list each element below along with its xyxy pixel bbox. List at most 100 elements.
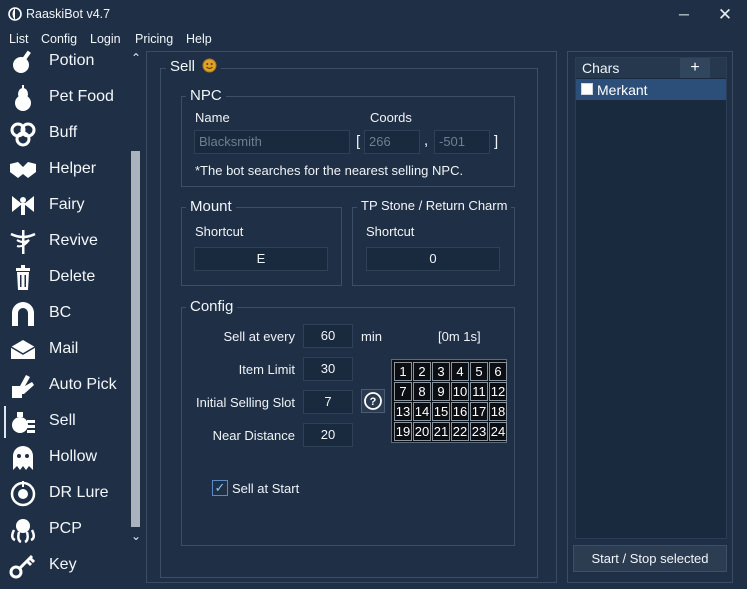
sidebar: Potion Pet Food Buff Helper Fairy Revive… bbox=[0, 48, 144, 589]
smiley-coin-icon bbox=[202, 58, 217, 77]
sidebar-item-potion[interactable]: Potion bbox=[0, 48, 130, 80]
inventory-slot[interactable]: 22 bbox=[451, 422, 469, 441]
sidebar-item-pcp[interactable]: PCP bbox=[0, 512, 130, 548]
sidebar-item-label: Sell bbox=[49, 412, 76, 429]
sidebar-item-key[interactable]: Key bbox=[0, 548, 130, 584]
app-logo-icon bbox=[8, 7, 22, 21]
sidebar-item-dr-lure[interactable]: DR Lure bbox=[0, 476, 130, 512]
config-title: Config bbox=[186, 298, 238, 315]
key-icon bbox=[8, 552, 38, 580]
sidebar-item-revive[interactable]: Revive bbox=[0, 224, 130, 260]
item-limit-label: Item Limit bbox=[238, 362, 295, 377]
title-bar bbox=[0, 0, 747, 30]
sell-title: Sell bbox=[166, 58, 222, 77]
npc-name-label: Name bbox=[195, 110, 230, 125]
sidebar-item-label: BC bbox=[49, 304, 72, 321]
npc-x-field[interactable]: 266 bbox=[364, 130, 420, 154]
npc-y-field[interactable]: -501 bbox=[434, 130, 490, 154]
tp-stone-title: TP Stone / Return Charm bbox=[357, 198, 512, 213]
inventory-slot[interactable]: 5 bbox=[470, 362, 488, 381]
near-distance-field[interactable]: 20 bbox=[303, 423, 353, 447]
char-row[interactable]: Merkant bbox=[576, 79, 726, 100]
inventory-slot[interactable]: 18 bbox=[489, 402, 507, 421]
item-limit-field[interactable]: 30 bbox=[303, 357, 353, 381]
sidebar-item-pet-food[interactable]: Pet Food bbox=[0, 80, 130, 116]
sidebar-scroll-down-button[interactable]: ⌄ bbox=[129, 529, 143, 543]
sidebar-item-sell[interactable]: Sell bbox=[0, 404, 130, 440]
sidebar-item-auto-pick[interactable]: Auto Pick bbox=[0, 368, 130, 404]
sidebar-scroll-up-button[interactable]: ⌃ bbox=[129, 51, 143, 65]
inventory-slot[interactable]: 19 bbox=[394, 422, 412, 441]
sidebar-item-label: Mail bbox=[49, 340, 79, 357]
inventory-slot[interactable]: 1 bbox=[394, 362, 412, 381]
question-circle-icon: ? bbox=[364, 392, 382, 410]
sidebar-item-fairy[interactable]: Fairy bbox=[0, 188, 130, 224]
octopus-icon bbox=[8, 516, 38, 544]
sidebar-item-delete[interactable]: Delete bbox=[0, 260, 130, 296]
menu-help[interactable]: Help bbox=[186, 32, 212, 46]
inventory-slot[interactable]: 3 bbox=[432, 362, 450, 381]
close-button[interactable]: ✕ bbox=[713, 4, 737, 26]
sidebar-item-hollow[interactable]: Hollow bbox=[0, 440, 130, 476]
sidebar-item-mail[interactable]: Mail bbox=[0, 332, 130, 368]
menu-login[interactable]: Login bbox=[90, 32, 121, 46]
near-distance-label: Near Distance bbox=[212, 428, 295, 443]
add-char-button[interactable]: + bbox=[680, 58, 710, 78]
npc-name-field[interactable]: Blacksmith bbox=[194, 130, 350, 154]
inventory-slot[interactable]: 7 bbox=[394, 382, 412, 401]
trash-icon bbox=[8, 264, 38, 292]
sidebar-item-bc[interactable]: BC bbox=[0, 296, 130, 332]
inventory-slot[interactable]: 17 bbox=[470, 402, 488, 421]
coords-comma: , bbox=[424, 132, 429, 149]
start-stop-selected-button[interactable]: Start / Stop selected bbox=[573, 545, 727, 572]
minimize-button[interactable]: ─ bbox=[672, 4, 696, 26]
inventory-slot[interactable]: 13 bbox=[394, 402, 412, 421]
menu-pricing[interactable]: Pricing bbox=[135, 32, 173, 46]
initial-slot-field[interactable]: 7 bbox=[303, 390, 353, 414]
inventory-slot-grid: 1 2 3 4 5 6 7 8 9 10 11 12 13 14 15 16 17 18 19 20 21 22 23 24 bbox=[391, 359, 507, 443]
sidebar-scroll-thumb[interactable] bbox=[131, 151, 140, 527]
sell-every-field[interactable]: 60 bbox=[303, 324, 353, 348]
sidebar-item-label: Buff bbox=[49, 124, 78, 141]
npc-title: NPC bbox=[186, 87, 226, 104]
inventory-slot[interactable]: 2 bbox=[413, 362, 431, 381]
money-sack-icon bbox=[8, 408, 38, 436]
menu-config[interactable]: Config bbox=[41, 32, 77, 46]
sidebar-item-label: Hollow bbox=[49, 448, 98, 465]
inventory-slot[interactable]: 8 bbox=[413, 382, 431, 401]
sell-every-label: Sell at every bbox=[223, 329, 295, 344]
inventory-slot[interactable]: 12 bbox=[489, 382, 507, 401]
menu-list[interactable]: List bbox=[9, 32, 28, 46]
sidebar-item-buff[interactable]: Buff bbox=[0, 116, 130, 152]
inventory-slot[interactable]: 24 bbox=[489, 422, 507, 441]
chars-list bbox=[575, 57, 727, 539]
mount-shortcut-field[interactable]: E bbox=[194, 247, 328, 271]
sidebar-item-label: Delete bbox=[49, 268, 96, 285]
ghost-icon bbox=[8, 444, 38, 472]
inventory-slot[interactable]: 21 bbox=[432, 422, 450, 441]
sell-at-start-checkbox[interactable]: ✓ bbox=[212, 480, 228, 496]
inventory-slot[interactable]: 15 bbox=[432, 402, 450, 421]
chars-header: Chars + bbox=[576, 58, 726, 78]
inventory-slot[interactable]: 11 bbox=[470, 382, 488, 401]
sidebar-item-helper[interactable]: Helper bbox=[0, 152, 130, 188]
lure-icon bbox=[8, 480, 38, 508]
slot-help-button[interactable]: ? bbox=[361, 389, 385, 413]
inventory-slot[interactable]: 10 bbox=[451, 382, 469, 401]
potion-icon bbox=[8, 48, 38, 76]
npc-note: *The bot searches for the nearest sellin… bbox=[195, 163, 464, 178]
inventory-slot[interactable]: 20 bbox=[413, 422, 431, 441]
mount-title: Mount bbox=[186, 198, 236, 215]
inventory-slot[interactable]: 9 bbox=[432, 382, 450, 401]
sidebar-item-label: Key bbox=[49, 556, 77, 573]
sidebar-item-label: Helper bbox=[49, 160, 97, 177]
inventory-slot[interactable]: 16 bbox=[451, 402, 469, 421]
tp-shortcut-field[interactable]: 0 bbox=[366, 247, 500, 271]
inventory-slot[interactable]: 6 bbox=[489, 362, 507, 381]
inventory-slot[interactable]: 4 bbox=[451, 362, 469, 381]
inventory-slot[interactable]: 14 bbox=[413, 402, 431, 421]
inventory-slot[interactable]: 23 bbox=[470, 422, 488, 441]
sidebar-item-label: Pet Food bbox=[49, 88, 114, 105]
char-checkbox[interactable] bbox=[581, 83, 593, 95]
coords-bracket-open: [ bbox=[356, 133, 361, 150]
